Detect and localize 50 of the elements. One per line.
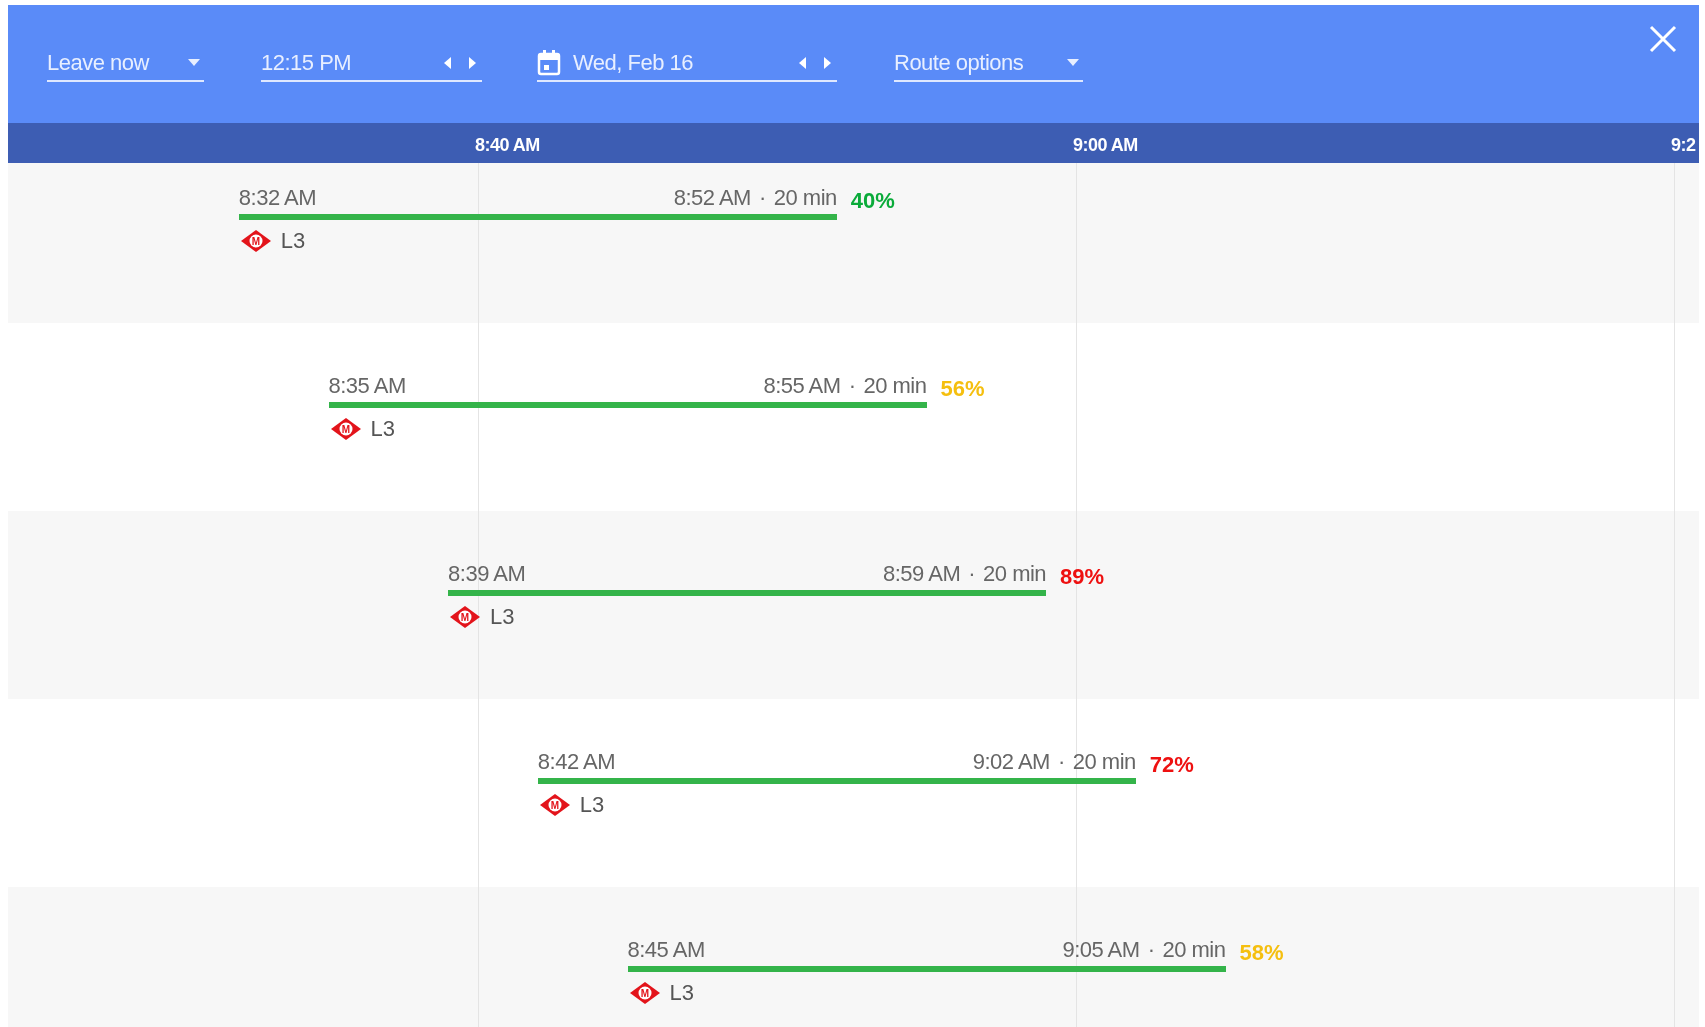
separator-dot: ·: [848, 373, 856, 399]
metro-logo-icon: M: [629, 982, 660, 1004]
arrival-time: 8:59 AM: [883, 561, 961, 587]
time-tick-label: 9:00 AM: [1073, 134, 1138, 157]
trip-row[interactable]: 8:45 AM 9:05 AM · 20 min M L3 58%: [8, 887, 1699, 1027]
time-tick-label: 8:40 AM: [475, 134, 540, 157]
calendar-icon: [537, 49, 561, 76]
arrival-time: 8:52 AM: [673, 185, 751, 211]
line-name: L3: [579, 793, 605, 817]
departure-time: 8:39 AM: [448, 561, 526, 587]
trip-row[interactable]: 8:39 AM 8:59 AM · 20 min M L3 89%: [8, 511, 1699, 699]
arrival-time: 8:55 AM: [763, 373, 841, 399]
trip-duration: 20 min: [1072, 749, 1136, 775]
trip-row[interactable]: 8:32 AM 8:52 AM · 20 min M L3 40%: [8, 163, 1699, 323]
occupancy-percent: 58%: [1239, 940, 1284, 966]
arrival-time: 9:02 AM: [972, 749, 1050, 775]
trip-duration: 20 min: [1162, 937, 1226, 963]
separator-dot: ·: [1147, 937, 1155, 963]
line-name: L3: [490, 605, 515, 629]
metro-logo-icon: M: [240, 230, 271, 252]
departure-time: 8:32 AM: [238, 185, 316, 211]
line-name: L3: [370, 417, 395, 441]
metro-logo-icon: M: [539, 794, 570, 816]
separator-dot: ·: [1057, 749, 1065, 775]
separator-dot: ·: [758, 185, 766, 211]
close-icon: [1649, 25, 1677, 53]
occupancy-percent: 56%: [940, 376, 985, 402]
caret-icon: [1067, 59, 1079, 66]
previous-arrow-icon[interactable]: [799, 56, 806, 69]
time-tick-label: 9:2: [1671, 134, 1696, 157]
arrival-time: 9:05 AM: [1062, 937, 1140, 963]
occupancy-percent: 40%: [850, 188, 895, 214]
departure-time: 8:45 AM: [627, 937, 705, 963]
metro-logo-icon: M: [330, 418, 361, 440]
line-name: L3: [280, 229, 306, 253]
occupancy-percent: 72%: [1149, 752, 1194, 778]
trip-duration: 20 min: [983, 561, 1047, 587]
metro-logo-icon: M: [450, 606, 481, 628]
next-arrow-icon[interactable]: [824, 56, 831, 69]
next-arrow-icon[interactable]: [469, 56, 476, 69]
caret-icon: [188, 59, 200, 66]
occupancy-percent: 89%: [1060, 564, 1105, 590]
line-name: L3: [669, 981, 694, 1005]
departure-time: 8:42 AM: [537, 749, 615, 775]
departure-time: 8:35 AM: [328, 373, 406, 399]
trip-duration: 20 min: [773, 185, 837, 211]
separator-dot: ·: [968, 561, 976, 587]
trip-duration: 20 min: [863, 373, 927, 399]
previous-arrow-icon[interactable]: [444, 56, 451, 69]
close-button[interactable]: [1647, 23, 1679, 55]
